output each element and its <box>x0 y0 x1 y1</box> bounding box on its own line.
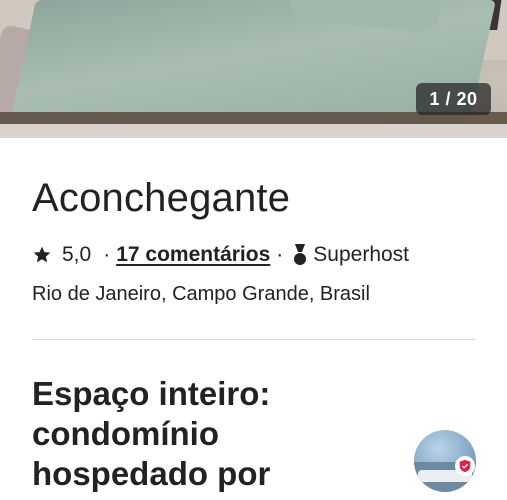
medal-icon <box>294 244 307 265</box>
section-divider <box>32 339 475 340</box>
listing-meta: 5,0 · 17 comentários · Superhost <box>32 241 409 269</box>
rating-value: 5,0 <box>62 243 92 266</box>
photo-floor <box>0 124 507 138</box>
heading-line: condomínio <box>32 415 219 452</box>
heading-line: hospedado por <box>32 455 271 492</box>
superhost-label: Superhost <box>313 243 410 266</box>
superhost-badge-icon <box>455 456 475 476</box>
shield-icon <box>459 459 471 473</box>
heading-line: Espaço inteiro: <box>32 375 271 412</box>
listing-title: Aconchegante <box>32 176 291 220</box>
photo-counter: 1 / 20 <box>416 83 491 115</box>
reviews-link[interactable]: 17 comentários <box>116 243 270 267</box>
listing-location[interactable]: Rio de Janeiro, Campo Grande, Brasil <box>32 283 370 306</box>
star-icon <box>33 246 51 263</box>
meta-separator: · <box>276 243 284 266</box>
meta-separator: · <box>103 243 111 266</box>
host-section-heading: Espaço inteiro: condomínio hospedado por <box>32 374 362 494</box>
listing-photo[interactable] <box>0 0 507 138</box>
